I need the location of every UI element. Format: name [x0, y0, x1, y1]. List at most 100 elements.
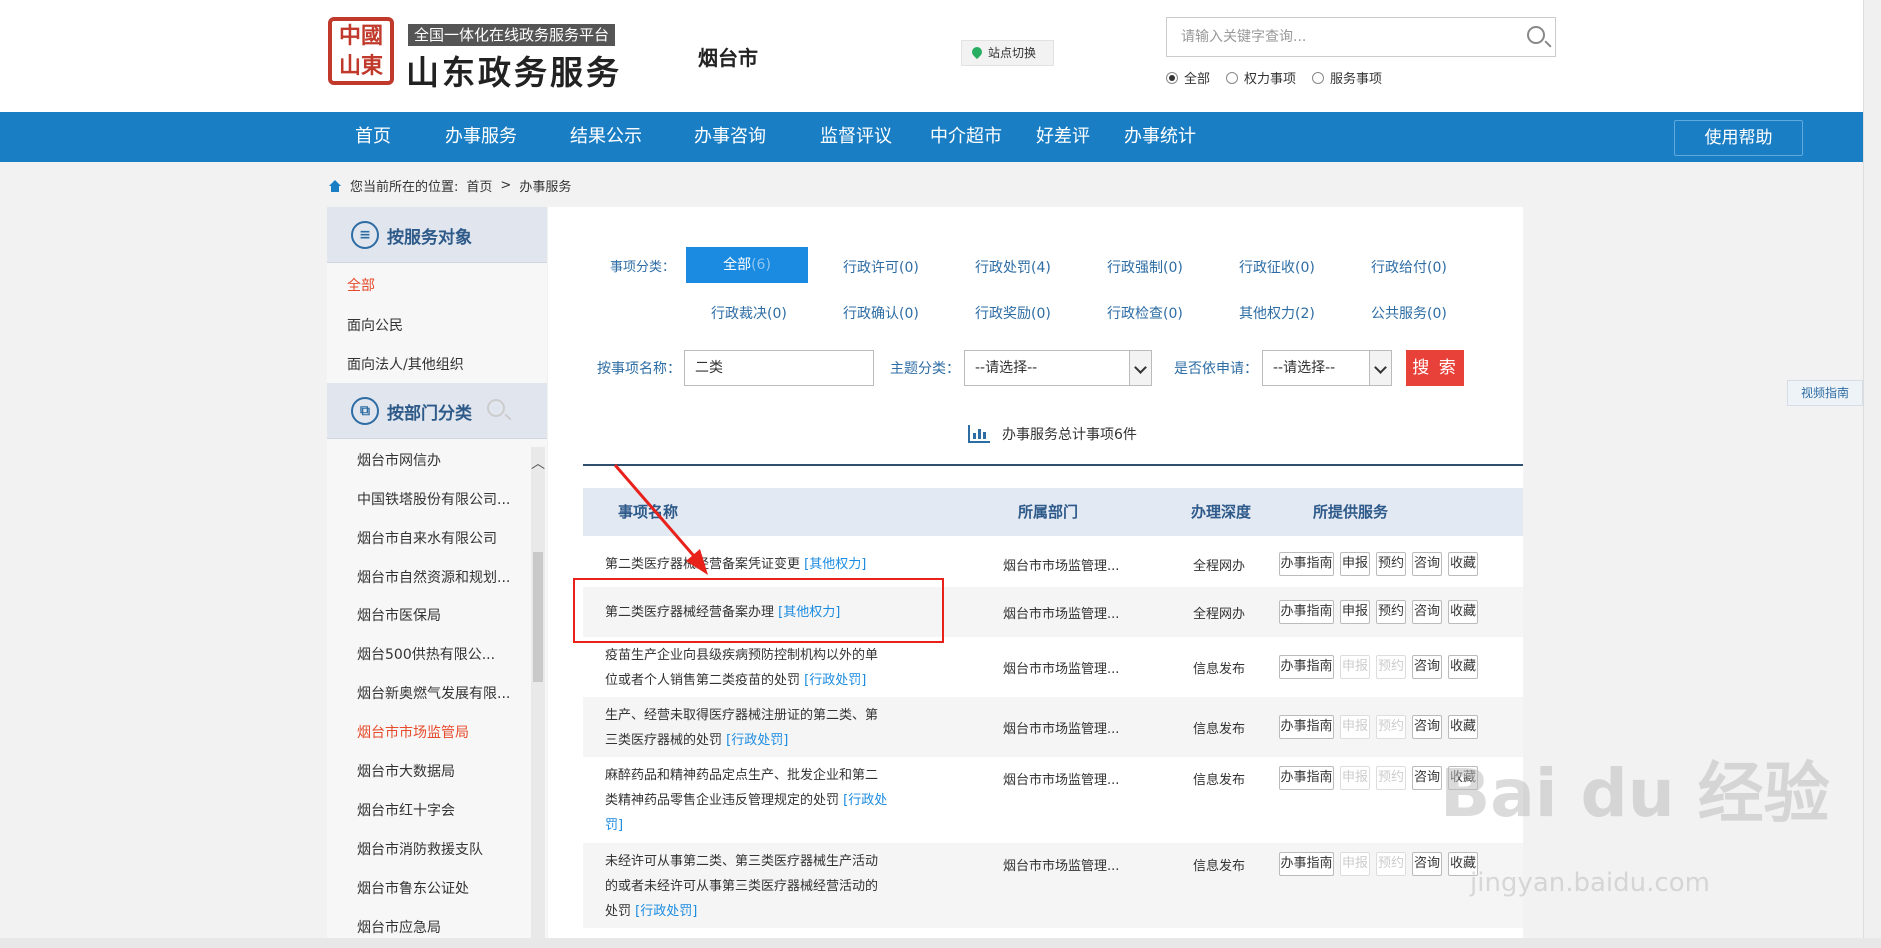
- sidebar-dept-item[interactable]: 烟台市大数据局: [357, 761, 517, 781]
- search-icon[interactable]: [1527, 26, 1545, 44]
- nav-item-consult[interactable]: 办事咨询: [694, 112, 766, 162]
- sidebar-dept-header: ⧉ 按部门分类: [327, 383, 547, 439]
- sidebar-dept-item[interactable]: 烟台市自来水有限公司: [357, 528, 517, 548]
- nav-item-market[interactable]: 中介超市: [930, 112, 1002, 162]
- search-button[interactable]: 搜 索: [1406, 350, 1464, 386]
- video-guide-tab[interactable]: 视频指南: [1787, 380, 1863, 406]
- consult-button[interactable]: 咨询: [1412, 551, 1442, 576]
- apply-button[interactable]: 申报: [1340, 551, 1370, 576]
- sidebar-dept-item[interactable]: 烟台新奥燃气发展有限...: [357, 683, 517, 703]
- scope-radio-service[interactable]: 服务事项: [1312, 68, 1382, 87]
- consult-button[interactable]: 咨询: [1412, 715, 1442, 739]
- sidebar-target-all[interactable]: 全部: [347, 275, 375, 295]
- favorite-button[interactable]: 收藏: [1448, 655, 1478, 679]
- sidebar-dept-item[interactable]: 烟台市鲁东公证处: [357, 878, 517, 898]
- scope-radio-power[interactable]: 权力事项: [1226, 68, 1296, 87]
- nav-item-stats[interactable]: 办事统计: [1124, 112, 1196, 162]
- category-item[interactable]: 行政强制(0): [1107, 257, 1183, 277]
- category-item[interactable]: 行政许可(0): [843, 257, 919, 277]
- sidebar-target-organization[interactable]: 面向法人/其他组织: [347, 354, 464, 374]
- category-all-count: (6): [751, 257, 771, 273]
- nav-item-supervise[interactable]: 监督评议: [820, 112, 892, 162]
- sidebar-scrollbar[interactable]: [531, 447, 545, 947]
- category-item[interactable]: 行政检查(0): [1107, 303, 1183, 323]
- page-scrollbar[interactable]: [1863, 0, 1881, 948]
- sidebar-dept-item[interactable]: 烟台市应急局: [357, 917, 517, 937]
- reserve-button[interactable]: 预约: [1376, 551, 1406, 576]
- table-row[interactable]: 未经许可从事第二类、第三类医疗器械生产活动 的或者未经许可从事第三类医疗器械经营活…: [583, 843, 1523, 928]
- guide-button[interactable]: 办事指南: [1279, 655, 1334, 679]
- category-item[interactable]: 行政处罚(4): [975, 257, 1051, 277]
- consult-button[interactable]: 咨询: [1412, 766, 1442, 790]
- favorite-button[interactable]: 收藏: [1448, 600, 1478, 624]
- guide-button[interactable]: 办事指南: [1279, 852, 1334, 876]
- item-name-link[interactable]: 生产、经营未取得医疗器械注册证的第二类、第 三类医疗器械的处罚 [行政处罚]: [605, 703, 905, 753]
- guide-button[interactable]: 办事指南: [1279, 551, 1334, 576]
- table-row[interactable]: 疫苗生产企业向县级疾病预防控制机构以外的单 位或者个人销售第二类疫苗的处罚 [行政…: [583, 637, 1523, 697]
- favorite-button[interactable]: 收藏: [1448, 551, 1478, 576]
- guide-button[interactable]: 办事指南: [1279, 600, 1334, 624]
- reserve-button[interactable]: 预约: [1376, 600, 1406, 624]
- apply-filter-label: 是否依申请：: [1174, 361, 1258, 377]
- item-name-line: 疫苗生产企业向县级疾病预防控制机构以外的单: [605, 648, 879, 663]
- table-row[interactable]: 生产、经营未取得医疗器械注册证的第二类、第 三类医疗器械的处罚 [行政处罚] 烟台市…: [583, 697, 1523, 757]
- category-all-tab[interactable]: 全部(6): [686, 247, 808, 283]
- radio-unchecked-icon: [1226, 71, 1238, 84]
- search-input[interactable]: 请输入关键字查询...: [1166, 17, 1556, 57]
- apply-button: 申报: [1340, 766, 1370, 790]
- item-name-link[interactable]: 疫苗生产企业向县级疾病预防控制机构以外的单 位或者个人销售第二类疫苗的处罚 [行政…: [605, 643, 905, 693]
- nav-item-services[interactable]: 办事服务: [445, 112, 517, 162]
- sidebar-dept-item[interactable]: 烟台市医保局: [357, 605, 517, 625]
- sidebar-dept-item[interactable]: 烟台市自然资源和规划...: [357, 567, 517, 587]
- sidebar-dept-item[interactable]: 烟台500供热有限公...: [357, 644, 517, 664]
- category-item[interactable]: 公共服务(0): [1371, 303, 1447, 323]
- breadcrumb-current[interactable]: 办事服务: [519, 176, 571, 195]
- nav-item-results[interactable]: 结果公示: [570, 112, 642, 162]
- category-item[interactable]: 其他权力(2): [1239, 303, 1315, 323]
- site-title[interactable]: 山东政务服务: [406, 46, 622, 94]
- scope-radio-all[interactable]: 全部: [1166, 68, 1210, 87]
- consult-button[interactable]: 咨询: [1412, 852, 1442, 876]
- theme-select[interactable]: --请选择--: [964, 350, 1152, 386]
- guide-button[interactable]: 办事指南: [1279, 766, 1334, 790]
- item-name-link[interactable]: 未经许可从事第二类、第三类医疗器械生产活动 的或者未经许可从事第三类医疗器械经营活…: [605, 849, 905, 924]
- category-item[interactable]: 行政确认(0): [843, 303, 919, 323]
- sidebar-scroll-thumb[interactable]: [533, 552, 543, 682]
- nav-item-home[interactable]: 首页: [355, 112, 391, 162]
- guide-button[interactable]: 办事指南: [1279, 715, 1334, 739]
- apply-select[interactable]: --请选择--: [1262, 350, 1392, 386]
- help-button[interactable]: 使用帮助: [1674, 120, 1803, 156]
- reserve-button: 预约: [1376, 852, 1406, 876]
- table-row[interactable]: 麻醉药品和精神药品定点生产、批发企业和第二 类精神药品零售企业违反管理规定的处罚 …: [583, 757, 1523, 843]
- sidebar-dept-item-active[interactable]: 烟台市市场监管局: [357, 722, 517, 742]
- nav-item-rating[interactable]: 好差评: [1036, 112, 1090, 162]
- breadcrumb-home[interactable]: 首页: [466, 176, 492, 195]
- sidebar-target-citizen[interactable]: 面向公民: [347, 315, 403, 335]
- chevron-up-icon[interactable]: ︿: [531, 453, 545, 473]
- category-item[interactable]: 行政征收(0): [1239, 257, 1315, 277]
- consult-button[interactable]: 咨询: [1412, 600, 1442, 624]
- favorite-button[interactable]: 收藏: [1448, 715, 1478, 739]
- category-item[interactable]: 行政给付(0): [1371, 257, 1447, 277]
- item-depth: 全程网办: [1193, 558, 1246, 574]
- site-switch-button[interactable]: 站点切换: [961, 40, 1054, 66]
- item-type-tag[interactable]: [行政处罚]: [635, 904, 697, 919]
- item-name-line: 麻醉药品和精神药品定点生产、批发企业和第二: [605, 768, 879, 783]
- item-type-tag[interactable]: [其他权力]: [804, 557, 866, 572]
- item-type-tag[interactable]: [行政处罚]: [726, 733, 788, 748]
- sidebar-dept-item[interactable]: 烟台市红十字会: [357, 800, 517, 820]
- sidebar-dept-item[interactable]: 中国铁塔股份有限公司...: [357, 489, 517, 509]
- consult-button[interactable]: 咨询: [1412, 655, 1442, 679]
- name-filter-input[interactable]: 二类: [684, 350, 874, 386]
- sidebar-dept-item[interactable]: 烟台市消防救援支队: [357, 839, 517, 859]
- sidebar-dept-item[interactable]: 烟台市网信办: [357, 450, 517, 470]
- item-name-link[interactable]: 麻醉药品和精神药品定点生产、批发企业和第二 类精神药品零售企业违反管理规定的处罚 …: [605, 763, 905, 838]
- item-type-tag[interactable]: [行政处罚]: [804, 673, 866, 688]
- apply-button[interactable]: 申报: [1340, 600, 1370, 624]
- total-count: 办事服务总计事项6件: [968, 424, 1137, 444]
- home-icon: [328, 179, 342, 192]
- logo-seal[interactable]: 中 國 山 東: [328, 17, 394, 85]
- search-icon[interactable]: [487, 399, 505, 417]
- category-item[interactable]: 行政奖励(0): [975, 303, 1051, 323]
- category-item[interactable]: 行政裁决(0): [711, 303, 787, 323]
